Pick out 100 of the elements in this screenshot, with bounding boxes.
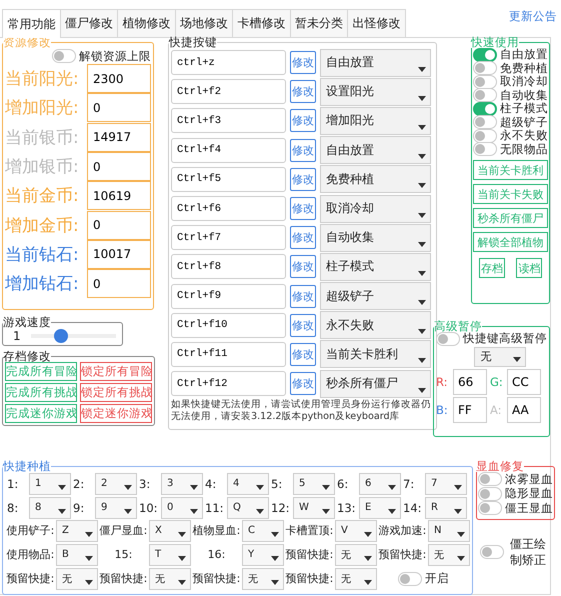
dropdown[interactable]: B [56, 544, 98, 566]
dropdown[interactable]: 无 [335, 544, 377, 566]
toggle-switch[interactable] [398, 572, 422, 586]
dropdown[interactable]: 自由放置 [320, 48, 431, 77]
input-field[interactable]: FF [453, 396, 487, 422]
dropdown[interactable]: 0 [161, 496, 203, 518]
dropdown[interactable]: 3 [161, 472, 203, 494]
dropdown[interactable]: 设置阳光 [320, 78, 431, 106]
dropdown[interactable]: 4 [227, 472, 269, 494]
dropdown[interactable]: 无 [474, 346, 526, 366]
dropdown[interactable]: 9 [95, 496, 137, 518]
dropdown[interactable]: X [149, 520, 191, 542]
edit-button[interactable]: 修改 [290, 197, 316, 220]
dropdown[interactable]: E [359, 496, 401, 518]
edit-button[interactable]: 修改 [290, 109, 316, 132]
dropdown[interactable]: 1 [29, 472, 71, 494]
dropdown[interactable]: 无 [149, 568, 191, 590]
dropdown[interactable]: 自动收集 [320, 224, 431, 252]
toggle-switch[interactable] [478, 472, 502, 486]
input-field[interactable]: CC [507, 368, 541, 394]
toggle-switch[interactable] [436, 332, 460, 346]
tab[interactable]: 常用功能 [2, 9, 60, 38]
dropdown[interactable]: 超级铲子 [320, 282, 431, 310]
dropdown[interactable]: C [242, 520, 284, 542]
edit-button[interactable]: 修改 [290, 80, 316, 104]
edit-button[interactable]: 修改 [290, 51, 316, 74]
hotkey-field[interactable]: Ctrl+f10 [171, 312, 286, 338]
edit-button[interactable]: 修改 [290, 138, 316, 162]
tab[interactable]: 场地修改 [174, 9, 233, 37]
dropdown[interactable]: N [428, 520, 470, 542]
edit-button[interactable]: 修改 [290, 342, 316, 366]
input-field[interactable]: AA [507, 396, 541, 422]
toggle-switch[interactable] [480, 545, 504, 559]
dropdown[interactable]: 秒杀所有僵尸 [320, 370, 431, 398]
hotkey-field[interactable]: Ctrl+f2 [171, 79, 286, 104]
dropdown[interactable]: 免费种植 [320, 165, 431, 194]
input-field[interactable]: 0 [87, 210, 151, 240]
toggle-switch[interactable] [473, 61, 497, 76]
dropdown[interactable]: 无 [242, 568, 284, 590]
toggle-switch[interactable] [473, 115, 497, 130]
dropdown[interactable]: 增加阳光 [320, 106, 431, 135]
toggle-switch[interactable] [473, 102, 497, 116]
dropdown[interactable]: W [293, 496, 335, 518]
dropdown[interactable]: 当前关卡胜利 [320, 340, 431, 368]
input-field[interactable]: 10017 [87, 240, 151, 269]
input-field[interactable]: 14917 [87, 122, 151, 152]
toggle-switch[interactable] [478, 486, 502, 501]
hotkey-field[interactable]: Ctrl+f8 [171, 254, 286, 280]
hotkey-field[interactable]: Ctrl+f7 [171, 225, 286, 250]
hotkey-field[interactable]: ctrl+z [171, 50, 286, 76]
dropdown[interactable]: 无 [335, 568, 377, 590]
dropdown[interactable]: 永不失败 [320, 311, 431, 340]
dropdown[interactable]: 无 [428, 544, 470, 566]
dropdown[interactable]: Q [227, 496, 269, 518]
toggle-switch[interactable] [473, 48, 497, 62]
tab[interactable]: 卡槽修改 [232, 9, 290, 37]
hotkey-field[interactable]: Ctrl+f5 [171, 166, 286, 192]
input-field[interactable]: 0 [87, 269, 151, 298]
dropdown[interactable]: 2 [95, 472, 137, 494]
toggle-switch[interactable] [473, 88, 497, 102]
dropdown[interactable]: 自由放置 [320, 136, 431, 164]
dropdown[interactable]: 6 [359, 472, 401, 494]
edit-button[interactable]: 修改 [290, 168, 316, 191]
toggle-switch[interactable] [473, 74, 497, 89]
hotkey-field[interactable]: Ctrl+f4 [171, 138, 286, 163]
edit-button[interactable]: 修改 [290, 284, 316, 308]
dropdown[interactable]: 7 [425, 472, 467, 494]
input-field[interactable]: 0 [87, 93, 151, 122]
edit-button[interactable]: 修改 [290, 226, 316, 250]
dropdown[interactable]: Z [56, 520, 98, 542]
tab[interactable]: 暂未分类 [290, 9, 348, 37]
slider-thumb[interactable] [54, 329, 68, 343]
hotkey-field[interactable]: Ctrl+f6 [171, 196, 286, 222]
dropdown[interactable]: R [425, 496, 467, 518]
toggle-switch[interactable] [473, 128, 497, 143]
hotkey-field[interactable]: Ctrl+f11 [171, 342, 286, 367]
toggle-switch[interactable] [478, 501, 502, 516]
dropdown[interactable]: 取消冷却 [320, 194, 431, 223]
dropdown[interactable]: T [149, 544, 191, 566]
input-field[interactable]: 2300 [87, 64, 151, 94]
tab[interactable]: 僵尸修改 [60, 9, 118, 37]
tab[interactable]: 出怪修改 [347, 9, 406, 37]
edit-button[interactable]: 修改 [290, 255, 316, 278]
dropdown[interactable]: 无 [56, 568, 98, 590]
dropdown[interactable]: 5 [293, 472, 335, 494]
toggle-switch[interactable] [52, 49, 76, 63]
input-field[interactable]: 66 [453, 368, 487, 394]
tab[interactable]: 植物修改 [117, 9, 176, 37]
hotkey-field[interactable]: Ctrl+f3 [171, 108, 286, 134]
dropdown[interactable]: 柱子模式 [320, 252, 431, 281]
dropdown[interactable]: 8 [29, 496, 71, 518]
announcement-link[interactable]: 更新公告 [509, 9, 557, 24]
dropdown[interactable]: Y [242, 544, 284, 566]
dropdown[interactable]: V [335, 520, 377, 542]
edit-button[interactable]: 修改 [290, 314, 316, 337]
hotkey-field[interactable]: Ctrl+f12 [171, 371, 286, 396]
edit-button[interactable]: 修改 [290, 372, 316, 396]
input-field[interactable]: 0 [87, 152, 151, 182]
input-field[interactable]: 10619 [87, 181, 151, 210]
hotkey-field[interactable]: Ctrl+f9 [171, 284, 286, 309]
